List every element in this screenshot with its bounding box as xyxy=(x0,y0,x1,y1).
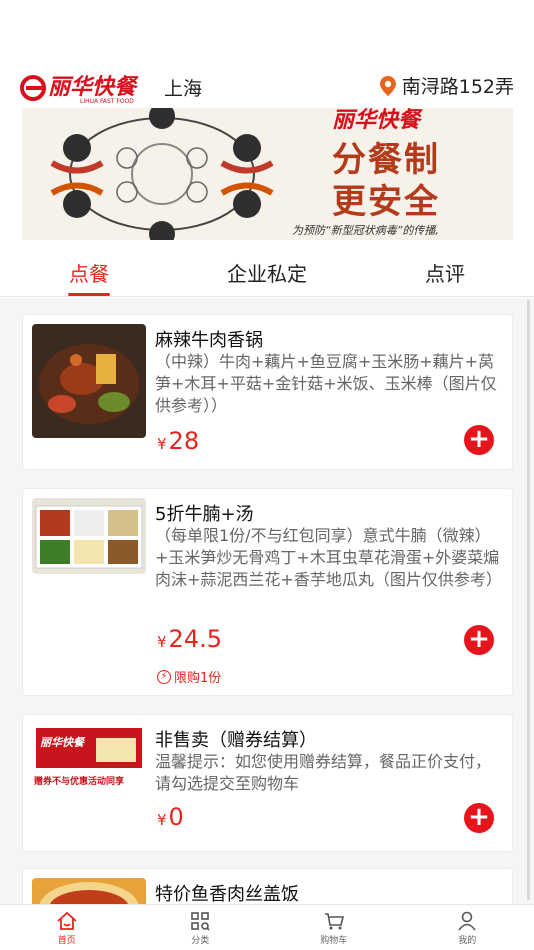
add-to-cart-button[interactable]: + xyxy=(464,425,494,455)
item-description: 温馨提示：如您使用赠券结算，餐品正价支付，请勾选提交至购物车 xyxy=(155,752,492,793)
city-selector[interactable]: 上海 xyxy=(164,74,202,101)
menu-list[interactable]: 麻辣牛肉香锅 （中辣）牛肉+藕片+鱼豆腐+玉米肠+藕片+莴笋+木耳+平菇+金针菇… xyxy=(0,298,534,904)
tabbar-home[interactable]: 首页 xyxy=(0,905,134,950)
profile-icon xyxy=(458,911,476,931)
price-value: 24.5 xyxy=(168,625,222,653)
item-image xyxy=(32,324,146,438)
location-label: 南浔路152弄 xyxy=(401,76,514,98)
category-icon xyxy=(191,912,210,931)
item-name: 麻辣牛肉香锅 xyxy=(155,330,263,351)
item-description: （中辣）牛肉+藕片+鱼豆腐+玉米肠+藕片+莴笋+木耳+平菇+金针菇+米饭、玉米棒… xyxy=(155,352,497,415)
menu-item[interactable]: 特价鱼香肉丝盖饭 xyxy=(22,868,513,904)
svg-text:丽华快餐: 丽华快餐 xyxy=(40,736,86,749)
dining-illustration xyxy=(50,108,274,240)
content-tabs: 点餐 企业私定 点评 xyxy=(0,250,534,296)
tabbar-cart-label: 购物车 xyxy=(320,936,348,946)
menu-item[interactable]: 麻辣牛肉香锅 （中辣）牛肉+藕片+鱼豆腐+玉米肠+藕片+莴笋+木耳+平菇+金针菇… xyxy=(22,314,513,470)
add-to-cart-button[interactable]: + xyxy=(464,803,494,833)
lightning-icon: ⚡ xyxy=(157,669,171,684)
item-image xyxy=(32,878,146,904)
banner-headline-2: 更安全 xyxy=(332,182,440,222)
tab-divider xyxy=(0,296,534,297)
brand-logo: 丽华快餐 LIHUA FAST FOOD xyxy=(20,70,152,105)
banner-note: 为预防“新型冠状病毒”的传播, xyxy=(292,224,439,237)
tabbar-profile-label: 我的 xyxy=(458,936,477,946)
price-value: 0 xyxy=(168,803,184,831)
currency-symbol: ¥ xyxy=(157,633,167,651)
item-description: （每单限1份/不与红包同享）意式牛腩（微辣）+玉米笋炒无骨鸡丁+木耳虫草花滑蛋+… xyxy=(155,526,502,589)
tab-enterprise[interactable]: 企业私定 xyxy=(178,250,356,296)
svg-text:LIHUA FAST FOOD: LIHUA FAST FOOD xyxy=(80,98,134,104)
home-icon xyxy=(57,911,77,930)
tabbar-category[interactable]: 分类 xyxy=(134,905,268,950)
menu-item[interactable]: 丽华快餐 赠券不与优惠活动同享 非售卖（赠券结算） 温馨提示：如您使用赠券结算，… xyxy=(22,714,513,852)
item-image xyxy=(32,498,146,574)
limit-label: 限购1份 xyxy=(174,671,222,686)
item-name: 非售卖（赠券结算） xyxy=(155,730,317,751)
currency-symbol: ¥ xyxy=(157,811,167,829)
currency-symbol: ¥ xyxy=(157,435,167,453)
item-price: ¥24.5 xyxy=(157,625,222,653)
tabbar-cart[interactable]: 购物车 xyxy=(267,905,401,950)
promo-banner[interactable]: 丽华快餐 分餐制 更安全 为预防“新型冠状病毒”的传播, xyxy=(22,108,513,240)
add-to-cart-button[interactable]: + xyxy=(464,625,494,655)
svg-text:丽华快餐: 丽华快餐 xyxy=(48,74,139,100)
tabbar-home-label: 首页 xyxy=(57,936,76,946)
item-name: 特价鱼香肉丝盖饭 xyxy=(155,884,299,904)
item-price: ¥28 xyxy=(157,427,199,455)
tab-reviews[interactable]: 点评 xyxy=(356,250,534,296)
cart-icon xyxy=(324,913,344,930)
price-value: 28 xyxy=(168,427,200,455)
location-selector[interactable]: 南浔路152弄 xyxy=(378,72,514,99)
item-image: 丽华快餐 赠券不与优惠活动同享 xyxy=(32,724,146,794)
tabbar-profile[interactable]: 我的 xyxy=(401,905,534,950)
coupon-note: 赠券不与优惠活动同享 xyxy=(34,777,125,787)
tabbar-category-label: 分类 xyxy=(191,936,210,946)
menu-item[interactable]: 5折牛腩+汤 （每单限1份/不与红包同享）意式牛腩（微辣）+玉米笋炒无骨鸡丁+木… xyxy=(22,488,513,696)
location-pin-icon xyxy=(379,75,396,96)
list-scrollbar[interactable] xyxy=(527,300,530,900)
bottom-tab-bar: 首页 分类 购物车 我的 xyxy=(0,904,534,950)
app-header: 丽华快餐 LIHUA FAST FOOD 上海 南浔路152弄 xyxy=(0,66,534,106)
tab-order[interactable]: 点餐 xyxy=(0,250,178,296)
banner-brand: 丽华快餐 xyxy=(332,108,421,133)
item-name: 5折牛腩+汤 xyxy=(155,504,254,525)
item-price: ¥0 xyxy=(157,803,184,831)
purchase-limit: ⚡ 限购1份 xyxy=(157,667,221,686)
